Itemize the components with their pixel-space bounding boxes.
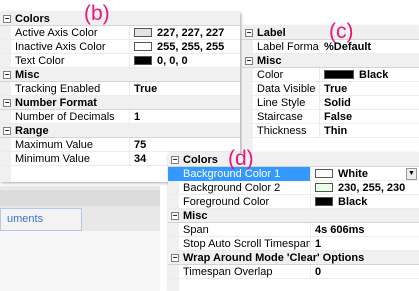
color-swatch bbox=[134, 28, 152, 37]
property-staircase[interactable]: Staircase False bbox=[242, 110, 419, 124]
category-colors[interactable]: − Colors bbox=[0, 12, 240, 26]
category-range[interactable]: − Range bbox=[0, 124, 240, 138]
property-grid-chart: − Colors Background Color 1 White ▼ Backg… bbox=[168, 153, 419, 291]
collapse-icon[interactable]: − bbox=[3, 127, 11, 135]
collapse-icon[interactable]: − bbox=[171, 212, 179, 220]
color-swatch bbox=[134, 56, 152, 65]
property-text-color[interactable]: Text Color 0, 0, 0 bbox=[0, 54, 240, 68]
figure-label-d: (d) bbox=[228, 147, 254, 170]
figure-label-b: (b) bbox=[84, 2, 110, 25]
color-swatch bbox=[134, 42, 152, 51]
property-maximum-value[interactable]: Maximum Value 75 bbox=[0, 138, 240, 152]
category-wrap-around-mode[interactable]: − Wrap Around Mode 'Clear' Options bbox=[168, 251, 419, 265]
property-thickness[interactable]: Thickness Thin bbox=[242, 124, 419, 138]
category-misc[interactable]: − Misc bbox=[242, 54, 419, 68]
color-swatch bbox=[324, 70, 354, 79]
property-line-style[interactable]: Line Style Solid bbox=[242, 96, 419, 110]
collapse-icon[interactable]: − bbox=[3, 15, 11, 23]
collapse-icon[interactable]: − bbox=[3, 71, 11, 79]
collapse-icon[interactable]: − bbox=[245, 57, 253, 65]
background-toolbar bbox=[0, 190, 160, 206]
category-misc[interactable]: − Misc bbox=[168, 209, 419, 223]
collapse-icon[interactable]: − bbox=[171, 254, 179, 262]
property-tracking-enabled[interactable]: Tracking Enabled True bbox=[0, 82, 240, 96]
property-grid-series: − Label Label Format %Default − Misc Col… bbox=[242, 26, 419, 153]
figure-label-c: (c) bbox=[329, 20, 354, 43]
instruments-tab[interactable]: uments bbox=[0, 208, 82, 231]
property-foreground-color[interactable]: Foreground Color Black bbox=[168, 195, 419, 209]
property-span[interactable]: Span 4s 606ms bbox=[168, 223, 419, 237]
property-inactive-axis-color[interactable]: Inactive Axis Color 255, 255, 255 bbox=[0, 40, 240, 54]
color-swatch bbox=[315, 183, 333, 192]
property-background-color-2[interactable]: Background Color 2 230, 255, 230 bbox=[168, 181, 419, 195]
category-misc[interactable]: − Misc bbox=[0, 68, 240, 82]
color-swatch bbox=[315, 169, 333, 178]
property-background-color-1[interactable]: Background Color 1 White ▼ bbox=[168, 167, 419, 181]
color-swatch bbox=[315, 197, 333, 206]
property-timespan-overlap[interactable]: Timespan Overlap 0 bbox=[168, 265, 419, 279]
collapse-icon[interactable]: − bbox=[171, 156, 179, 164]
category-colors[interactable]: − Colors bbox=[168, 153, 419, 167]
property-active-axis-color[interactable]: Active Axis Color 227, 227, 227 bbox=[0, 26, 240, 40]
dropdown-arrow-icon[interactable]: ▼ bbox=[406, 168, 417, 180]
property-color[interactable]: Color Black bbox=[242, 68, 419, 82]
property-data-visible[interactable]: Data Visible True bbox=[242, 82, 419, 96]
collapse-icon[interactable]: − bbox=[245, 29, 253, 37]
category-number-format[interactable]: − Number Format bbox=[0, 96, 240, 110]
background-content bbox=[0, 231, 160, 291]
property-number-of-decimals[interactable]: Number of Decimals 1 bbox=[0, 110, 240, 124]
property-stop-auto-scroll-timespan[interactable]: Stop Auto Scroll Timespan 1 bbox=[168, 237, 419, 251]
collapse-icon[interactable]: − bbox=[3, 99, 11, 107]
